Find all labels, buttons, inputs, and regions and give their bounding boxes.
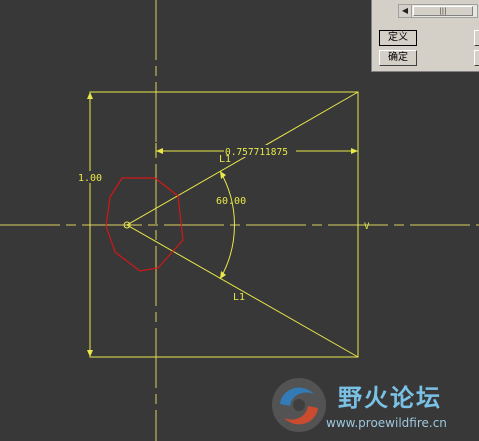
watermark-url: www.proewildfire.cn	[326, 416, 447, 430]
arc-arrow-bottom-icon	[220, 271, 226, 279]
arrow-down-icon	[87, 350, 93, 357]
width-dimension-text[interactable]: 0.757711875	[225, 147, 288, 158]
scroll-thumb[interactable]: |||	[413, 6, 473, 16]
sketch-canvas[interactable]: 1.00 0.757711875 60.00 L1 L1 V ◀ ||| 定义 …	[0, 0, 479, 441]
cut-off-button-top[interactable]	[474, 30, 479, 46]
angle-dimension-text[interactable]: 60.00	[216, 196, 246, 207]
define-button[interactable]: 定义	[379, 30, 417, 46]
watermark-title: 野火论坛	[338, 384, 442, 412]
scroll-left-icon[interactable]: ◀	[399, 5, 412, 17]
wildfire-logo-icon	[272, 378, 326, 432]
arrow-left-icon	[156, 148, 163, 154]
sketch-dialog-panel: ◀ ||| 定义 确定	[371, 0, 479, 72]
line-l1-bottom[interactable]	[126, 224, 359, 358]
horizontal-scrollbar[interactable]: ◀ |||	[398, 4, 478, 18]
arrow-up-icon	[87, 92, 93, 99]
label-v: V	[364, 222, 370, 232]
label-l1-bottom: L1	[233, 292, 245, 303]
height-dimension-text[interactable]: 1.00	[78, 173, 102, 184]
cut-off-button-bottom[interactable]	[474, 50, 479, 66]
label-l1-top: L1	[219, 154, 231, 165]
arrow-right-icon	[351, 148, 358, 154]
arc-arrow-top-icon	[220, 171, 226, 179]
ok-button[interactable]: 确定	[379, 50, 417, 66]
